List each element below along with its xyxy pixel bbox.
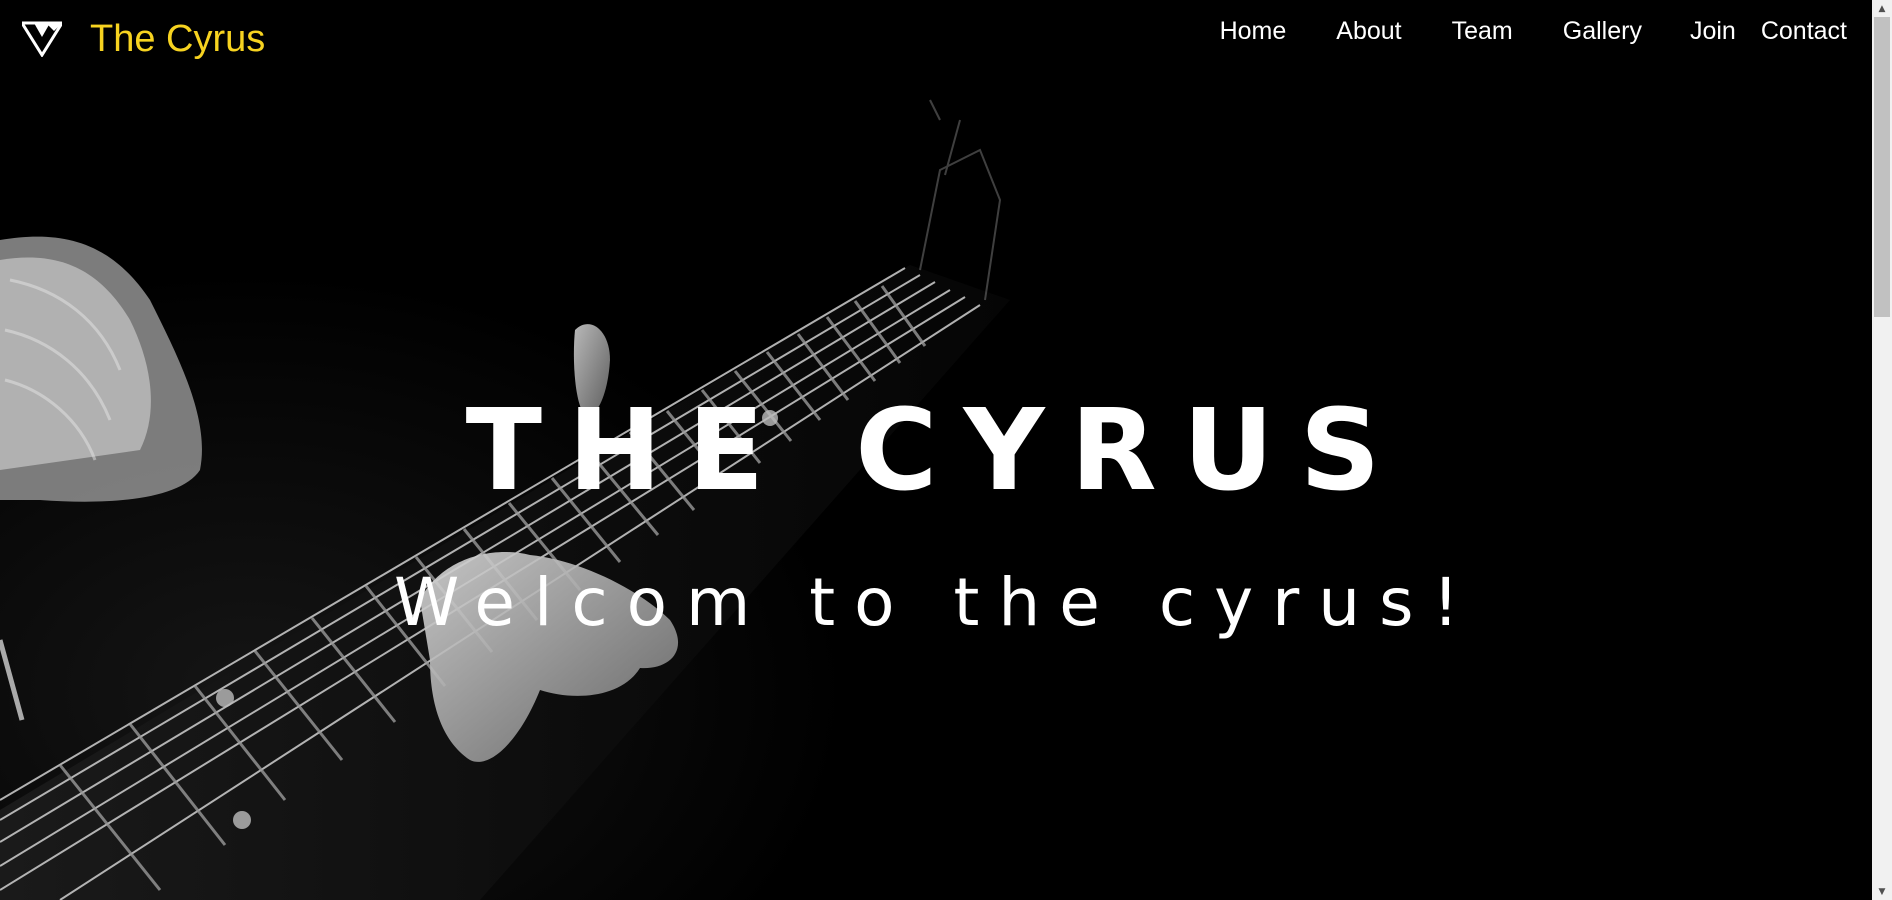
navbar: The Cyrus Home About Team Gallery Join C… (0, 0, 1872, 76)
nav-link-home[interactable]: Home (1220, 17, 1287, 46)
scrollbar-thumb[interactable] (1874, 17, 1890, 317)
hero-subtitle: Welcom to the cyrus! (394, 564, 1478, 641)
v-triangle-logo-icon (22, 21, 62, 57)
nav-link-team[interactable]: Team (1452, 17, 1513, 46)
scroll-up-arrow-icon[interactable]: ▲ (1872, 0, 1892, 17)
nav-link-about[interactable]: About (1336, 17, 1401, 46)
nav-link-join[interactable]: Join (1690, 17, 1736, 46)
page: The Cyrus Home About Team Gallery Join C… (0, 0, 1872, 900)
nav-link-gallery[interactable]: Gallery (1563, 17, 1642, 46)
brand-link[interactable]: The Cyrus (0, 18, 265, 58)
nav-link-contact[interactable]: Contact (1761, 17, 1847, 46)
brand-name[interactable]: The Cyrus (90, 20, 265, 58)
vertical-scrollbar[interactable]: ▲ ▼ (1872, 0, 1892, 900)
main-nav: Home About Team Gallery Join Contact (1220, 17, 1872, 46)
hero-title: THE CYRUS (465, 386, 1407, 516)
scroll-down-arrow-icon[interactable]: ▼ (1872, 883, 1892, 900)
